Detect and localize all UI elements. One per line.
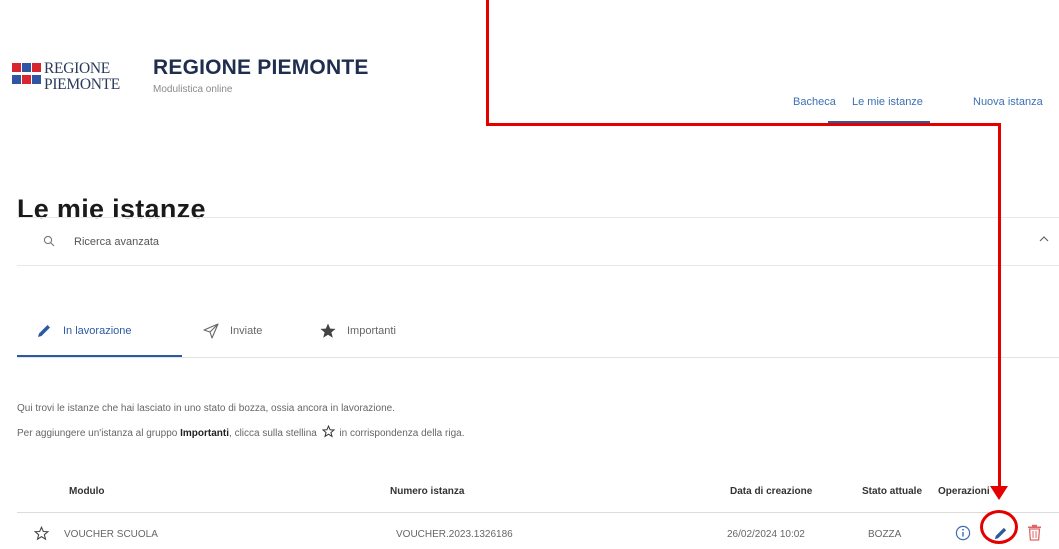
nav-le-mie-istanze[interactable]: Le mie istanze <box>852 96 923 108</box>
cell-modulo: VOUCHER SCUOLA <box>64 529 158 540</box>
tab-label: Inviate <box>230 325 263 337</box>
advanced-search-bar[interactable]: Ricerca avanzata <box>17 217 1059 266</box>
logo-text-line2: PIEMONTE <box>44 76 120 93</box>
active-tab-indicator <box>17 355 182 357</box>
nav-nuova-istanza[interactable]: Nuova istanza <box>973 96 1043 108</box>
chevron-up-icon[interactable] <box>1037 232 1051 246</box>
logo-square-blue <box>22 63 31 72</box>
tab-bar: In lavorazione Inviate Importanti <box>17 300 1059 358</box>
annotation-line <box>486 123 1001 126</box>
annotation-circle-highlight <box>980 510 1018 544</box>
logo-square-red <box>32 63 41 72</box>
paper-plane-icon <box>203 323 219 339</box>
column-header-data-creazione: Data di creazione <box>730 486 813 497</box>
trash-icon[interactable] <box>1027 524 1042 541</box>
description-line-1: Qui trovi le istanze che hai lasciato in… <box>17 403 395 414</box>
column-header-numero-istanza: Numero istanza <box>390 486 465 497</box>
search-icon <box>43 235 55 247</box>
info-icon[interactable] <box>955 525 971 541</box>
site-title: REGIONE PIEMONTE <box>153 56 369 79</box>
table-row: VOUCHER SCUOLA VOUCHER.2023.1326186 26/0… <box>17 514 1059 549</box>
annotation-line <box>486 0 489 126</box>
advanced-search-label: Ricerca avanzata <box>74 236 159 248</box>
pencil-icon <box>38 325 50 337</box>
logo-square-blue <box>32 75 41 84</box>
description-text: in corrispondenza della riga. <box>336 428 465 439</box>
cell-stato-attuale: BOZZA <box>868 529 902 540</box>
star-toggle-icon[interactable] <box>34 526 49 541</box>
logo-square-red <box>22 75 31 84</box>
logo-square-red <box>12 63 21 72</box>
tab-label: In lavorazione <box>63 325 132 337</box>
star-outline-icon <box>321 425 335 438</box>
logo-text-line1: REGIONE <box>44 60 110 77</box>
description-bold-importanti: Importanti <box>180 428 230 439</box>
annotation-line <box>998 123 1001 489</box>
site-header: REGIONE PIEMONTE REGIONE PIEMONTE Moduli… <box>0 0 1059 140</box>
description-line-2: Per aggiungere un'istanza al gruppo Impo… <box>17 425 464 439</box>
annotation-arrowhead <box>990 486 1008 500</box>
table-header: Modulo Numero istanza Data di creazione … <box>17 478 1059 513</box>
regione-piemonte-logo[interactable]: REGIONE PIEMONTE <box>12 57 140 101</box>
star-icon <box>320 323 336 338</box>
tab-label: Importanti <box>347 325 396 337</box>
nav-bacheca[interactable]: Bacheca <box>793 96 836 108</box>
column-header-stato-attuale: Stato attuale <box>862 486 923 497</box>
column-header-modulo: Modulo <box>69 486 105 497</box>
cell-data-creazione: 26/02/2024 10:02 <box>727 529 805 540</box>
site-subtitle: Modulistica online <box>153 84 233 95</box>
cell-numero-istanza: VOUCHER.2023.1326186 <box>396 529 513 540</box>
description-text: Per aggiungere un'istanza al gruppo <box>17 428 181 439</box>
description-text: , clicca sulla stellina <box>229 428 320 439</box>
logo-square-blue <box>12 75 21 84</box>
column-header-operazioni: Operazioni <box>938 486 990 497</box>
